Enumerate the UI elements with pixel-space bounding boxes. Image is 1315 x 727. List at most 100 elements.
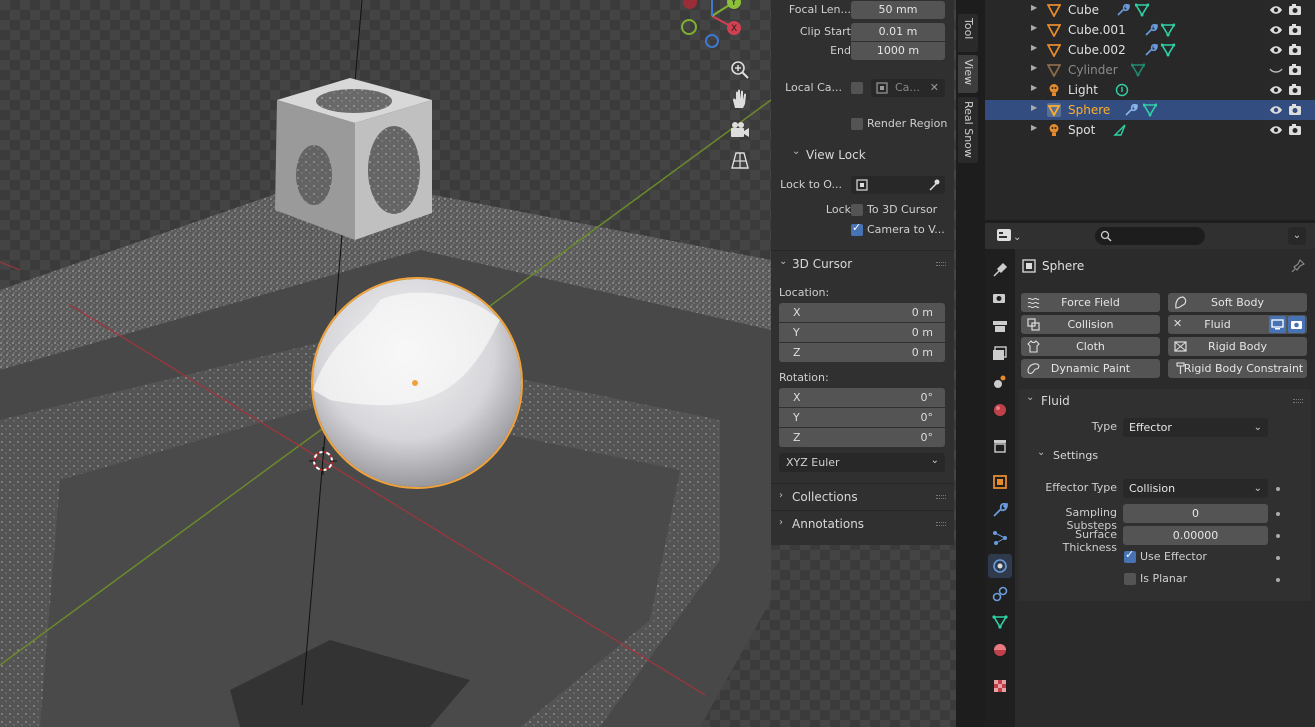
effector-type-dropdown[interactable]: Collision ⌄: [1123, 479, 1268, 498]
expand-arrow-icon[interactable]: ▶: [1031, 83, 1037, 92]
keyframe-dot-icon[interactable]: [1276, 487, 1280, 491]
camera-to-view-checkbox[interactable]: [851, 221, 863, 236]
eye-icon[interactable]: [1269, 123, 1283, 137]
material-tab-icon[interactable]: [988, 638, 1012, 662]
drag-grip-icon[interactable]: [936, 495, 946, 499]
collision-button[interactable]: Collision: [1021, 315, 1160, 334]
local-camera-field[interactable]: Ca... ✕: [871, 79, 945, 97]
lock-to-object-field[interactable]: [851, 176, 945, 194]
outliner-item-cube-002[interactable]: ▶ Cube.002: [985, 40, 1315, 60]
3d-cursor-header[interactable]: ⌄ 3D Cursor: [771, 250, 954, 276]
drag-grip-icon[interactable]: [936, 262, 946, 266]
expand-arrow-icon[interactable]: ▶: [1031, 23, 1037, 32]
rigid-body-constraint-button[interactable]: Rigid Body Constraint: [1168, 359, 1307, 378]
eye-icon[interactable]: [1269, 23, 1283, 37]
viewport-display-toggle-icon[interactable]: [1269, 316, 1286, 333]
physics-tab-icon[interactable]: [988, 554, 1012, 578]
local-camera-checkbox[interactable]: [851, 82, 863, 94]
use-effector-checkbox[interactable]: [1124, 548, 1136, 563]
camera-view-icon[interactable]: [728, 118, 752, 142]
expand-arrow-icon[interactable]: ▶: [1031, 63, 1037, 72]
camera-render-icon[interactable]: [1288, 83, 1302, 97]
is-planar-checkbox[interactable]: [1124, 573, 1136, 585]
navigation-gizmo[interactable]: Y X: [676, 0, 756, 52]
properties-search-input[interactable]: [1095, 227, 1205, 245]
wrench-modifier-icon[interactable]: [1116, 3, 1130, 17]
cursor-rotation-z[interactable]: Z 0°: [779, 428, 945, 447]
focal-length-field[interactable]: 50 mm: [851, 1, 945, 19]
output-tab-icon[interactable]: [988, 314, 1012, 338]
force-field-button[interactable]: Force Field: [1021, 293, 1160, 312]
drag-grip-icon[interactable]: [1293, 399, 1303, 403]
collection-tab-icon[interactable]: [988, 434, 1012, 458]
cursor-location-z[interactable]: Z 0 m: [779, 343, 945, 362]
tab-view[interactable]: View: [958, 55, 978, 93]
tool-tab-icon[interactable]: [988, 258, 1012, 282]
eyedropper-icon[interactable]: [928, 179, 940, 191]
collections-header[interactable]: › Collections: [771, 483, 954, 509]
keyframe-dot-icon[interactable]: [1276, 556, 1280, 560]
clip-start-field[interactable]: 0.01 m: [851, 23, 945, 41]
camera-render-icon[interactable]: [1288, 123, 1302, 137]
soft-body-button[interactable]: Soft Body: [1168, 293, 1307, 312]
mesh-data-icon[interactable]: [1135, 3, 1149, 17]
chevron-down-icon[interactable]: ⌄: [1288, 227, 1306, 245]
fluid-button[interactable]: ✕ Fluid: [1168, 315, 1307, 334]
mesh-data-icon[interactable]: [1143, 103, 1157, 117]
expand-arrow-icon[interactable]: ▶: [1031, 103, 1037, 112]
expand-arrow-icon[interactable]: ▶: [1031, 3, 1037, 12]
mesh-data-icon[interactable]: [1161, 43, 1175, 57]
clear-icon[interactable]: ✕: [930, 79, 939, 97]
eye-closed-icon[interactable]: [1269, 63, 1283, 77]
mesh-data-icon[interactable]: [1131, 63, 1145, 77]
eye-icon[interactable]: [1269, 103, 1283, 117]
eye-icon[interactable]: [1269, 43, 1283, 57]
keyframe-dot-icon[interactable]: [1276, 534, 1280, 538]
drag-grip-icon[interactable]: [936, 522, 946, 526]
camera-render-icon[interactable]: [1288, 103, 1302, 117]
render-region-checkbox[interactable]: [851, 118, 863, 130]
eye-icon[interactable]: [1269, 83, 1283, 97]
perspective-grid-icon[interactable]: [728, 148, 752, 172]
to-3d-cursor-checkbox[interactable]: [851, 204, 863, 216]
scene-tab-icon[interactable]: [988, 370, 1012, 394]
keyframe-dot-icon[interactable]: [1276, 512, 1280, 516]
outliner-item-light[interactable]: ▶ Light: [985, 80, 1315, 100]
object-tab-icon[interactable]: [988, 470, 1012, 494]
dynamic-paint-button[interactable]: Dynamic Paint: [1021, 359, 1160, 378]
wrench-modifier-icon[interactable]: [1144, 43, 1158, 57]
expand-arrow-icon[interactable]: ▶: [1031, 43, 1037, 52]
fluid-panel-header[interactable]: ⌄ Fluid: [1019, 389, 1311, 413]
outliner-item-cylinder[interactable]: ▶ Cylinder: [985, 60, 1315, 80]
expand-arrow-icon[interactable]: ▶: [1031, 123, 1037, 132]
modifier-tab-icon[interactable]: [988, 498, 1012, 522]
camera-render-icon[interactable]: [1288, 43, 1302, 57]
cursor-location-y[interactable]: Y 0 m: [779, 323, 945, 342]
constraints-tab-icon[interactable]: [988, 582, 1012, 606]
render-tab-icon[interactable]: [988, 286, 1012, 310]
render-toggle-icon[interactable]: [1288, 316, 1305, 333]
world-tab-icon[interactable]: [988, 398, 1012, 422]
clip-end-field[interactable]: 1000 m: [851, 42, 945, 60]
object-data-tab-icon[interactable]: [988, 610, 1012, 634]
light-data-icon[interactable]: [1115, 83, 1129, 97]
pan-hand-icon[interactable]: [728, 88, 752, 112]
rigid-body-button[interactable]: Rigid Body: [1168, 337, 1307, 356]
mesh-data-icon[interactable]: [1161, 23, 1175, 37]
cursor-rotation-x[interactable]: X 0°: [779, 388, 945, 407]
tab-real-snow[interactable]: Real Snow: [958, 97, 978, 163]
surface-thickness-field[interactable]: 0.00000: [1123, 526, 1268, 545]
texture-tab-icon[interactable]: [988, 674, 1012, 698]
keyframe-dot-icon[interactable]: [1276, 578, 1280, 582]
editor-type-dropdown[interactable]: ⌄: [995, 227, 1025, 245]
camera-render-icon[interactable]: [1288, 23, 1302, 37]
view-layer-tab-icon[interactable]: [988, 342, 1012, 366]
wrench-modifier-icon[interactable]: [1124, 103, 1138, 117]
settings-subpanel-header[interactable]: ⌄ Settings: [1031, 445, 1307, 467]
camera-render-icon[interactable]: [1288, 3, 1302, 17]
outliner-item-spot[interactable]: ▶ Spot: [985, 120, 1315, 140]
view-lock-header[interactable]: ⌄ View Lock: [771, 144, 954, 166]
cursor-rotation-y[interactable]: Y 0°: [779, 408, 945, 427]
outliner-item-sphere[interactable]: ▶ Sphere: [985, 100, 1315, 120]
tab-tool[interactable]: Tool: [958, 14, 978, 52]
